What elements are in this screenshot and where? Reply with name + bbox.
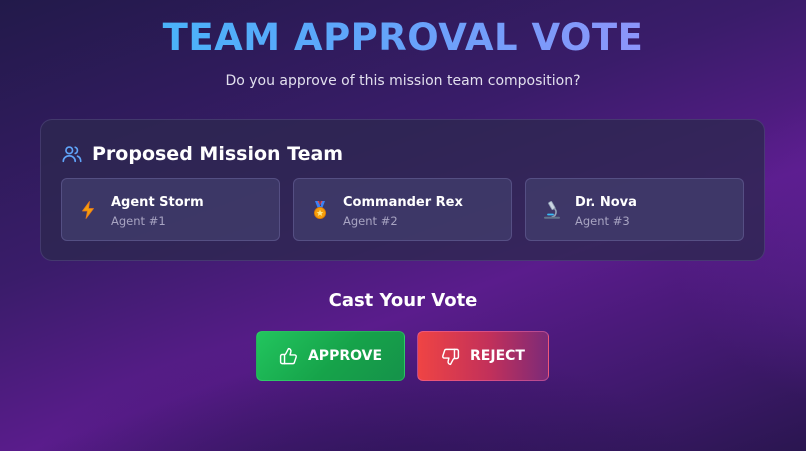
agent-id: Agent #1 bbox=[111, 214, 166, 228]
lightning-icon bbox=[82, 201, 94, 219]
page-title: TEAM APPROVAL VOTE bbox=[0, 16, 806, 59]
team-header: Proposed Mission Team bbox=[61, 142, 343, 166]
microscope-icon bbox=[544, 201, 560, 219]
agent-name: Agent Storm bbox=[111, 195, 204, 210]
reject-label: REJECT bbox=[470, 348, 525, 364]
agent-card: Agent Storm Agent #1 bbox=[61, 178, 280, 241]
thumbs-up-icon bbox=[279, 347, 297, 364]
users-icon bbox=[62, 146, 82, 163]
approve-button[interactable]: APPROVE bbox=[256, 331, 405, 381]
agent-card: Commander Rex Agent #2 bbox=[293, 178, 512, 241]
proposed-team-card: Proposed Mission Team Agent Storm Agent … bbox=[40, 119, 765, 261]
vote-title: Cast Your Vote bbox=[328, 290, 478, 311]
page-subtitle: Do you approve of this mission team comp… bbox=[225, 73, 581, 89]
thumbs-down-icon bbox=[442, 348, 460, 365]
team-title: Proposed Mission Team bbox=[92, 143, 344, 165]
approve-label: APPROVE bbox=[307, 348, 383, 364]
agent-id: Agent #2 bbox=[343, 214, 398, 228]
medal-icon bbox=[314, 201, 326, 219]
agent-name: Dr. Nova bbox=[575, 195, 637, 210]
agent-id: Agent #3 bbox=[575, 214, 630, 228]
reject-button[interactable]: REJECT bbox=[417, 331, 549, 381]
agent-name: Commander Rex bbox=[343, 195, 463, 210]
agent-card: Dr. Nova Agent #3 bbox=[525, 178, 744, 241]
